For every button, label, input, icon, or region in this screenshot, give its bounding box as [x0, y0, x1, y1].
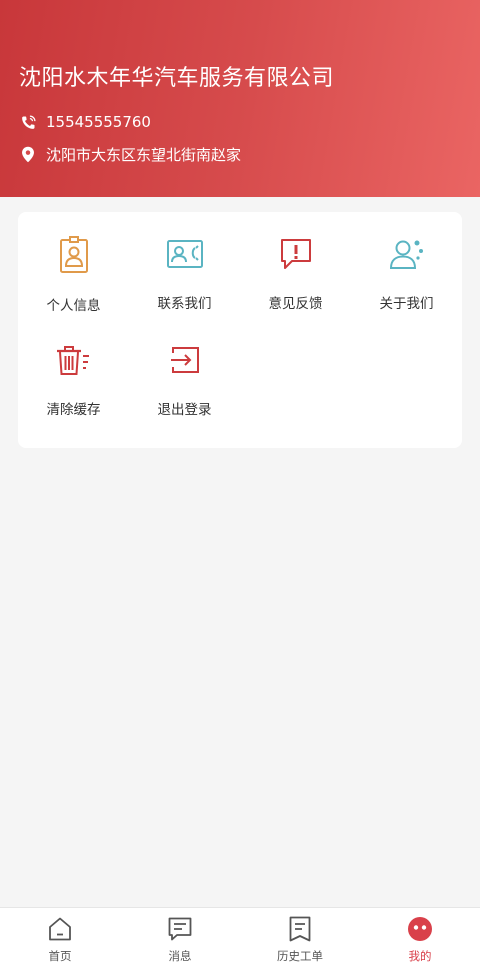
profile-header: 沈阳水木年华汽车服务有限公司 15545555760 沈阳市大东区东望北街南赵家 [0, 0, 480, 197]
menu-item-clear-cache[interactable]: 清除缓存 [18, 318, 129, 418]
tab-messages[interactable]: 消息 [120, 908, 240, 968]
tab-label: 历史工单 [277, 949, 323, 963]
about-us-icon [387, 236, 427, 272]
id-badge-icon [54, 236, 94, 274]
message-icon [166, 915, 194, 943]
logout-icon [165, 342, 205, 378]
address-row: 沈阳市大东区东望北街南赵家 [19, 144, 241, 165]
profile-icon [406, 915, 434, 943]
tab-label: 首页 [48, 949, 72, 963]
menu-item-about-us[interactable]: 关于我们 [351, 212, 462, 312]
tab-label: 消息 [168, 949, 192, 963]
tab-home[interactable]: 首页 [0, 908, 120, 968]
menu-item-label: 关于我们 [379, 296, 434, 312]
trash-icon [54, 342, 94, 378]
company-name: 沈阳水木年华汽车服务有限公司 [19, 66, 335, 91]
feedback-icon [276, 236, 316, 272]
menu-item-profile-info[interactable]: 个人信息 [18, 212, 129, 314]
menu-item-label: 个人信息 [46, 298, 101, 314]
bottom-tab-bar: 首页 消息 历史工单 我的 [0, 907, 480, 968]
phone-row[interactable]: 15545555760 [19, 113, 151, 131]
tab-mine[interactable]: 我的 [360, 908, 480, 968]
phone-number: 15545555760 [46, 113, 151, 131]
menu-item-feedback[interactable]: 意见反馈 [240, 212, 351, 312]
home-icon [46, 915, 74, 943]
work-order-icon [286, 915, 314, 943]
menu-item-label: 联系我们 [157, 296, 212, 312]
location-pin-icon [19, 146, 37, 164]
tab-work-order-history[interactable]: 历史工单 [240, 908, 360, 968]
menu-item-label: 清除缓存 [46, 402, 101, 418]
menu-item-label: 退出登录 [157, 402, 212, 418]
menu-card: 个人信息 联系我们 意见反馈 关于我们 清除缓存 退出登录 [18, 212, 462, 448]
menu-item-label: 意见反馈 [268, 296, 323, 312]
menu-item-contact-us[interactable]: 联系我们 [129, 212, 240, 312]
contact-card-icon [165, 236, 205, 272]
tab-label: 我的 [408, 949, 432, 963]
phone-icon [19, 113, 37, 131]
menu-item-logout[interactable]: 退出登录 [129, 318, 240, 418]
address-text: 沈阳市大东区东望北街南赵家 [46, 146, 242, 164]
